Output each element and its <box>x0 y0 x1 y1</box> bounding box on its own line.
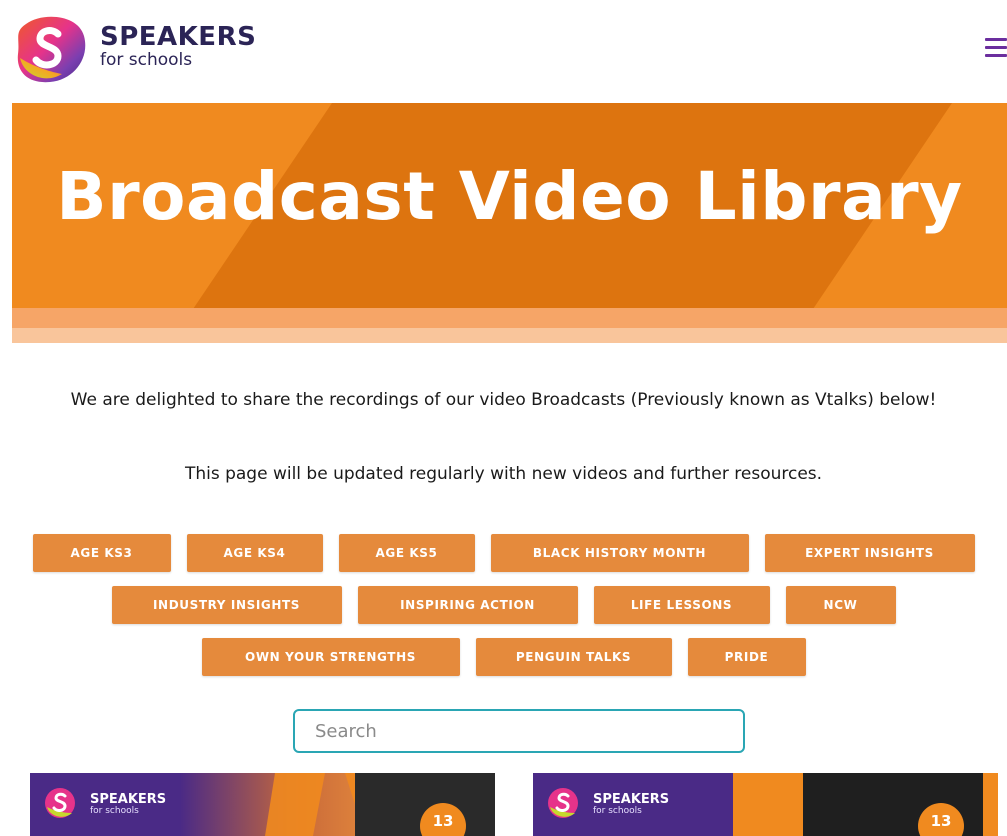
brand-wordmark[interactable]: SPEAKERS for schools <box>100 24 256 69</box>
filter-ncw[interactable]: NCW <box>785 586 896 624</box>
page-title: Broadcast Video Library <box>56 158 963 235</box>
filter-industry-insights[interactable]: INDUSTRY INSIGHTS <box>111 586 342 624</box>
card-brand: SPEAKERS for schools <box>593 793 669 816</box>
filter-row: OWN YOUR STRENGTHS PENGUIN TALKS PRIDE <box>0 638 1007 676</box>
filter-black-history-month[interactable]: BLACK HISTORY MONTH <box>490 534 749 572</box>
card-brand-name: SPEAKERS <box>593 792 670 807</box>
filter-inspiring-action[interactable]: INSPIRING ACTION <box>357 586 578 624</box>
brand-tagline: for schools <box>100 50 193 70</box>
site-header: SPEAKERS for schools <box>0 0 1007 100</box>
hero-stripe <box>12 308 1007 328</box>
speakers-logo-icon[interactable] <box>12 14 90 84</box>
card-brand-name: SPEAKERS <box>90 792 167 807</box>
hero-stripe-light <box>12 328 1007 343</box>
filter-penguin-talks[interactable]: PENGUIN TALKS <box>475 638 672 676</box>
card-brand-tagline: for schools <box>90 806 139 816</box>
video-card[interactable]: SPEAKERS for schools 13 <box>30 773 495 836</box>
card-brand-tagline: for schools <box>593 806 642 816</box>
filter-age-ks4[interactable]: AGE KS4 <box>186 534 323 572</box>
filter-age-ks3[interactable]: AGE KS3 <box>32 534 171 572</box>
speakers-logo-icon <box>548 788 578 818</box>
video-card[interactable]: SPEAKERS for schools 13 <box>533 773 998 836</box>
filter-own-your-strengths[interactable]: OWN YOUR STRENGTHS <box>201 638 460 676</box>
filter-pride[interactable]: PRIDE <box>687 638 806 676</box>
filter-life-lessons[interactable]: LIFE LESSONS <box>593 586 770 624</box>
hero-banner: Broadcast Video Library <box>12 103 1007 343</box>
search-input[interactable] <box>293 709 745 753</box>
filter-age-ks5[interactable]: AGE KS5 <box>338 534 475 572</box>
category-filters: AGE KS3 AGE KS4 AGE KS5 BLACK HISTORY MO… <box>0 534 1007 690</box>
card-brand: SPEAKERS for schools <box>90 793 166 816</box>
brand-name: SPEAKERS <box>100 22 257 52</box>
speakers-logo-icon <box>45 788 75 818</box>
hamburger-menu-icon[interactable] <box>985 38 1007 62</box>
intro-subtext: This page will be updated regularly with… <box>184 464 823 484</box>
filter-row: INDUSTRY INSIGHTS INSPIRING ACTION LIFE … <box>0 586 1007 624</box>
filter-row: AGE KS3 AGE KS4 AGE KS5 BLACK HISTORY MO… <box>0 534 1007 572</box>
filter-expert-insights[interactable]: EXPERT INSIGHTS <box>764 534 975 572</box>
intro-text: We are delighted to share the recordings… <box>70 390 937 410</box>
